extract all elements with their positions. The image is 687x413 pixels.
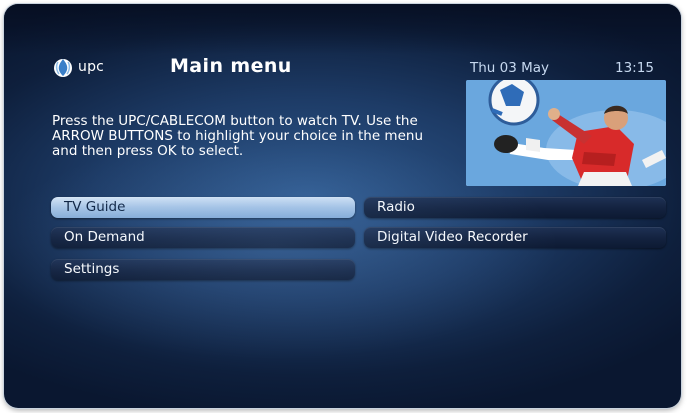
page-title: Main menu (170, 55, 292, 77)
menu-item-tv-guide[interactable]: TV Guide (51, 197, 355, 218)
tv-screen: upc Main menu Thu 03 May 13:15 Press the… (4, 4, 681, 408)
menu-item-settings[interactable]: Settings (51, 259, 355, 280)
date-display: Thu 03 May (470, 60, 550, 76)
instructions-text: Press the UPC/CABLECOM button to watch T… (52, 113, 423, 159)
promo-image (466, 80, 666, 186)
menu-item-digital-video-recorder[interactable]: Digital Video Recorder (364, 227, 666, 248)
footballer-kicking-ball-image (466, 80, 666, 186)
upc-logo: upc (52, 56, 104, 78)
header-bar (4, 4, 681, 54)
logo-text: upc (78, 59, 105, 75)
upc-logo-icon (52, 56, 74, 78)
menu-item-on-demand[interactable]: On Demand (51, 227, 355, 248)
clock-display: 13:15 (615, 60, 654, 76)
menu-item-radio[interactable]: Radio (364, 197, 666, 218)
